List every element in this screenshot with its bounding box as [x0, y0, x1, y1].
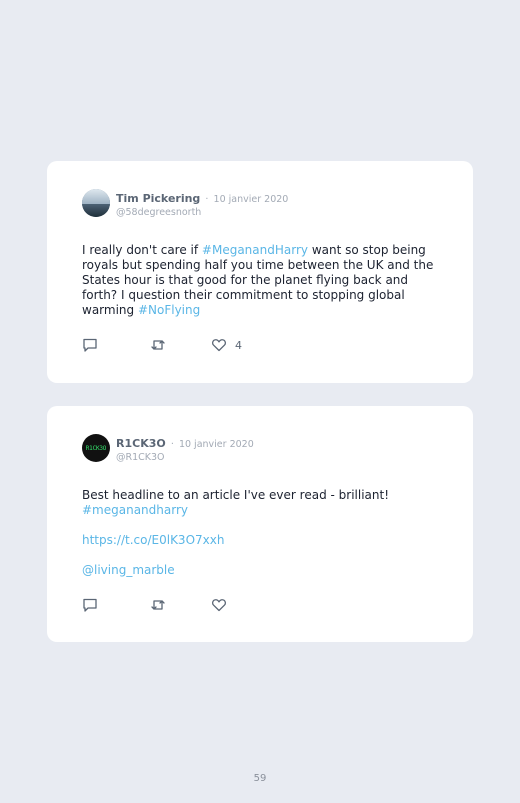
hashtag-link[interactable]: #meganandharry — [82, 503, 442, 518]
handle[interactable]: @R1CK3O — [116, 451, 254, 464]
retweet-icon — [151, 600, 165, 610]
author-info: Tim Pickering · 10 janvier 2020 @58degre… — [116, 190, 288, 219]
tweet-card: Tim Pickering · 10 janvier 2020 @58degre… — [47, 161, 473, 383]
hashtag-link[interactable]: #MeganandHarry — [202, 243, 308, 257]
reply-button[interactable] — [82, 597, 150, 613]
like-count: 4 — [235, 338, 242, 352]
separator: · — [205, 194, 209, 205]
tweet-date[interactable]: 10 janvier 2020 — [179, 439, 254, 450]
hashtag-link[interactable]: #NoFlying — [138, 303, 200, 317]
url-link[interactable]: https://t.co/E0lK3O7xxh — [82, 533, 442, 548]
tweet-card: R1CK3O R1CK3O · 10 janvier 2020 @R1CK3O … — [47, 406, 473, 642]
author-info: R1CK3O · 10 janvier 2020 @R1CK3O — [116, 435, 254, 464]
display-name[interactable]: Tim Pickering — [116, 192, 200, 205]
tweet-header: Tim Pickering · 10 janvier 2020 @58degre… — [82, 189, 438, 219]
like-button[interactable]: 4 — [211, 337, 242, 353]
like-button[interactable] — [211, 597, 227, 613]
avatar-sky — [82, 189, 110, 205]
avatar[interactable] — [82, 189, 110, 217]
reply-button[interactable] — [82, 337, 150, 353]
mention-link[interactable]: @living_marble — [82, 563, 442, 578]
tweet-text-part: Best headline to an article I've ever re… — [82, 488, 390, 502]
tweet-actions — [82, 597, 227, 613]
tweet-text: I really don't care if #MeganandHarry wa… — [82, 243, 442, 318]
reply-icon — [83, 598, 97, 612]
retweet-button[interactable] — [150, 337, 211, 353]
tweet-text: Best headline to an article I've ever re… — [82, 488, 442, 578]
page-number: 59 — [253, 773, 267, 784]
avatar-text: R1CK3O — [85, 444, 107, 452]
tweet-date[interactable]: 10 janvier 2020 — [214, 194, 289, 205]
tweet-text-part: I really don't care if — [82, 243, 202, 257]
retweet-icon — [151, 340, 165, 350]
tweet-header: R1CK3O R1CK3O · 10 janvier 2020 @R1CK3O — [82, 434, 438, 464]
reply-icon — [83, 338, 97, 352]
avatar[interactable]: R1CK3O — [82, 434, 110, 462]
separator: · — [170, 439, 174, 450]
handle[interactable]: @58degreesnorth — [116, 206, 288, 219]
retweet-button[interactable] — [150, 597, 211, 613]
avatar-ground — [82, 204, 110, 217]
heart-icon — [211, 599, 227, 612]
heart-icon — [211, 339, 227, 352]
tweet-actions: 4 — [82, 337, 242, 353]
display-name[interactable]: R1CK3O — [116, 437, 166, 450]
